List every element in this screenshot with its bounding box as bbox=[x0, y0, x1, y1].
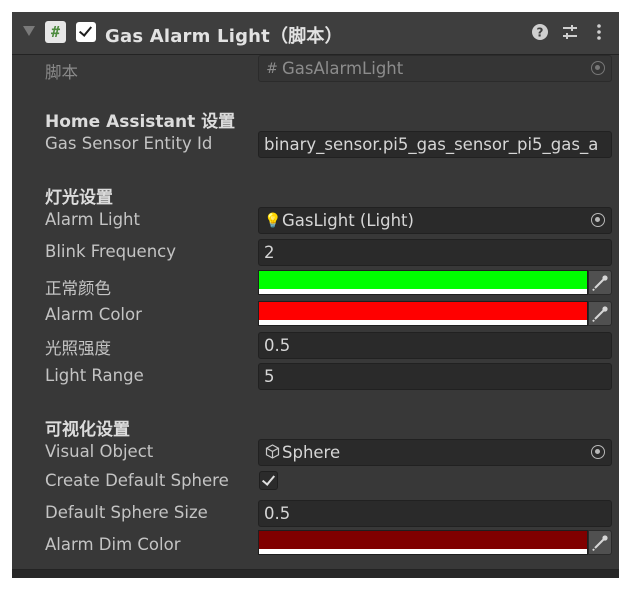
blink-frequency-field[interactable]: 2 bbox=[258, 239, 612, 266]
normal-color-alpha-bar bbox=[259, 289, 587, 294]
normal-color-swatch bbox=[259, 271, 587, 289]
svg-text:?: ? bbox=[537, 26, 544, 40]
alarm-dim-color-swatch bbox=[259, 531, 587, 549]
section-light: 灯光设置 bbox=[45, 188, 113, 208]
component-enabled-checkbox[interactable] bbox=[76, 22, 96, 42]
help-icon[interactable]: ? bbox=[530, 21, 550, 43]
alarm-color-swatch bbox=[259, 302, 587, 320]
component-header[interactable]: # Gas Alarm Light（脚本） ? bbox=[12, 12, 619, 55]
script-icon: # bbox=[45, 21, 66, 43]
mesh-cube-icon bbox=[264, 441, 280, 465]
presets-icon[interactable] bbox=[560, 21, 580, 43]
light-range-field[interactable]: 5 bbox=[258, 363, 612, 390]
visual-object-field[interactable]: Sphere bbox=[258, 439, 612, 466]
script-file-icon: # bbox=[266, 61, 278, 77]
object-picker-icon[interactable] bbox=[591, 213, 605, 227]
alarm-light-field[interactable]: 💡GasLight (Light) bbox=[258, 207, 612, 234]
eyedropper-icon[interactable] bbox=[588, 530, 612, 555]
default-sphere-size-field[interactable]: 0.5 bbox=[258, 500, 612, 527]
blink-frequency-label: Blink Frequency bbox=[45, 242, 176, 261]
object-picker-icon bbox=[591, 61, 605, 75]
alarm-dim-color-label: Alarm Dim Color bbox=[45, 535, 181, 554]
visual-object-label: Visual Object bbox=[45, 442, 154, 461]
visual-object-value: Sphere bbox=[282, 443, 341, 462]
script-value: GasAlarmLight bbox=[282, 59, 404, 78]
section-home-assistant: Home Assistant 设置 bbox=[45, 112, 236, 132]
alarm-color-alpha-bar bbox=[259, 320, 587, 325]
inspector-panel: # Gas Alarm Light（脚本） ? 脚本 # GasAlarmLigh… bbox=[12, 12, 619, 578]
section-visual: 可视化设置 bbox=[45, 420, 130, 440]
alarm-dim-color-alpha-bar bbox=[259, 549, 587, 554]
light-range-label: Light Range bbox=[45, 366, 144, 385]
default-sphere-size-label: Default Sphere Size bbox=[45, 503, 208, 522]
component-title: Gas Alarm Light（脚本） bbox=[105, 26, 343, 47]
light-bulb-icon: 💡 bbox=[264, 213, 282, 229]
normal-color-field[interactable] bbox=[258, 270, 588, 295]
alarm-light-value: GasLight (Light) bbox=[282, 211, 414, 230]
foldout-arrow-icon[interactable] bbox=[23, 26, 35, 36]
object-picker-icon[interactable] bbox=[591, 445, 605, 459]
create-default-sphere-label: Create Default Sphere bbox=[45, 471, 229, 490]
gas-sensor-entity-id-label: Gas Sensor Entity Id bbox=[45, 134, 213, 153]
script-field: # GasAlarmLight bbox=[258, 55, 612, 82]
light-intensity-label: 光照强度 bbox=[45, 339, 111, 358]
create-default-sphere-checkbox[interactable] bbox=[259, 471, 278, 490]
alarm-light-label: Alarm Light bbox=[45, 210, 140, 229]
alarm-color-label: Alarm Color bbox=[45, 305, 142, 324]
alarm-dim-color-field[interactable] bbox=[258, 530, 588, 555]
eyedropper-icon[interactable] bbox=[588, 270, 612, 295]
gas-sensor-entity-id-field[interactable]: binary_sensor.pi5_gas_sensor_pi5_gas_a bbox=[258, 131, 612, 158]
panel-bottom-edge bbox=[12, 569, 619, 578]
alarm-color-field[interactable] bbox=[258, 301, 588, 326]
script-label: 脚本 bbox=[45, 63, 78, 82]
normal-color-label: 正常颜色 bbox=[45, 279, 111, 298]
more-icon[interactable] bbox=[589, 21, 609, 43]
light-intensity-field[interactable]: 0.5 bbox=[258, 332, 612, 359]
eyedropper-icon[interactable] bbox=[588, 301, 612, 326]
